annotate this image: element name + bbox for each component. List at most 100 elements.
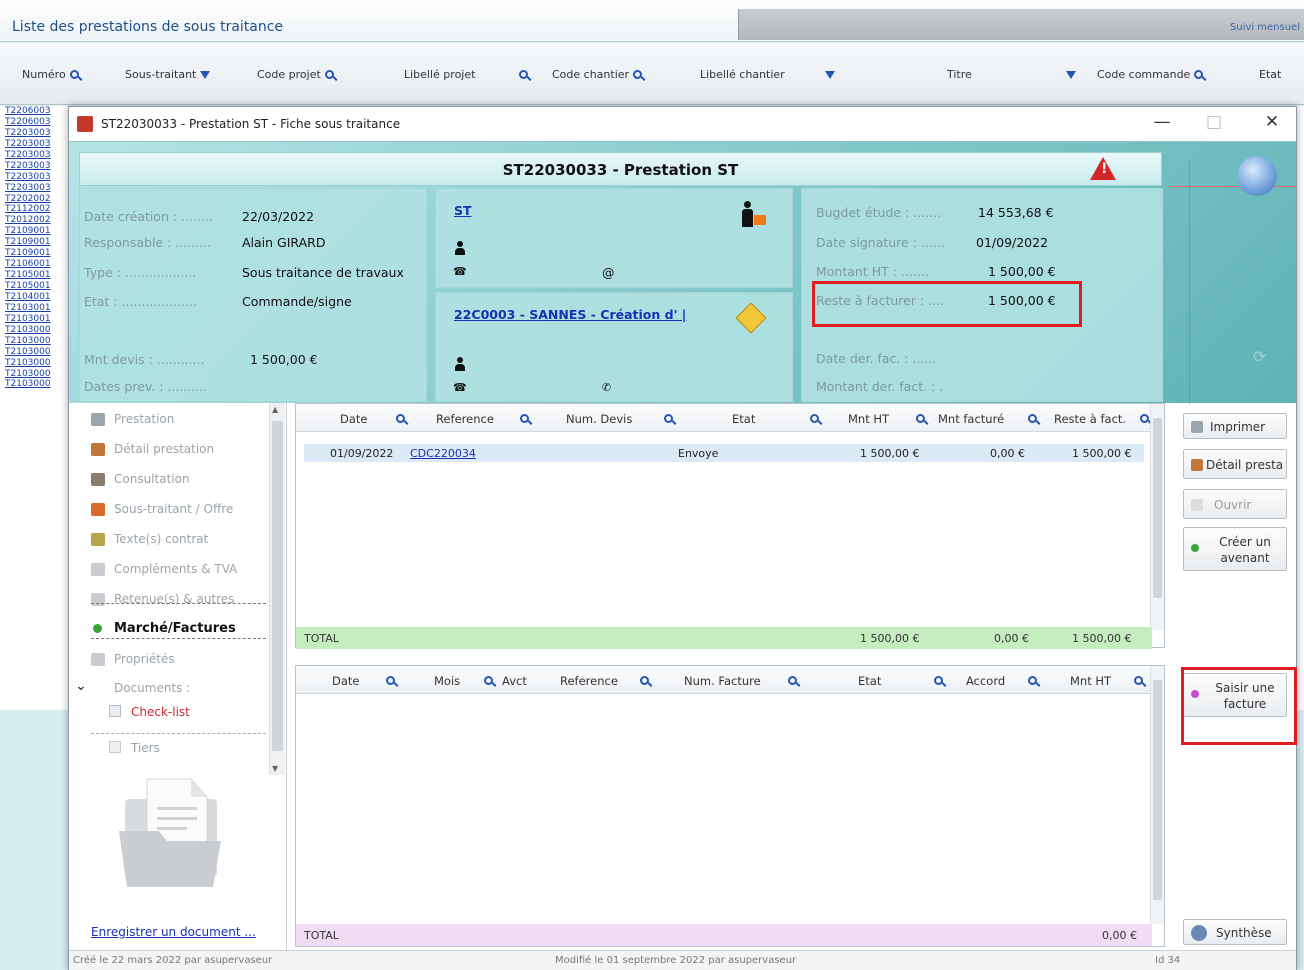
list-item-id[interactable]: T2203003 [0, 128, 68, 139]
search-icon[interactable] [519, 70, 529, 79]
search-icon[interactable] [1194, 70, 1204, 79]
col-code-commande[interactable]: Code commande [1097, 68, 1204, 81]
list-item-id[interactable]: T2103001 [0, 314, 68, 325]
search-icon[interactable] [1140, 414, 1149, 423]
email-at-symbol[interactable]: @ [602, 265, 615, 280]
sub-item-checklist[interactable]: Check-list [131, 705, 190, 719]
col-etat[interactable]: Etat [1259, 68, 1281, 81]
list-item-id[interactable]: T2012002 [0, 215, 68, 226]
list-item-id[interactable]: T2103000 [0, 369, 68, 380]
col-code-projet[interactable]: Code projet [257, 68, 334, 81]
nav-item-9[interactable]: ⌄ Documents : [69, 674, 269, 704]
list-item-id[interactable]: T2202002 [0, 194, 68, 205]
col-avct[interactable]: Avct [502, 674, 527, 688]
search-icon[interactable] [1134, 676, 1143, 685]
col-mnt-ht[interactable]: Mnt HT [848, 412, 889, 426]
col-libelle-chantier[interactable]: Libellé chantier [700, 68, 835, 81]
list-item-id[interactable]: T2203003 [0, 139, 68, 150]
col-sous-traitant[interactable]: Sous-traitant [125, 68, 211, 81]
col-mnt-ht[interactable]: Mnt HT [1070, 674, 1111, 688]
list-item-id[interactable]: T2103000 [0, 379, 68, 390]
minimize-button[interactable]: — [1147, 112, 1177, 132]
detail-presta-button[interactable]: Détail presta [1183, 449, 1287, 479]
ouvrir-button[interactable]: Ouvrir [1183, 489, 1287, 519]
suivi-mensuel-link[interactable]: Suivi mensuel [1230, 22, 1300, 33]
nav-item-2[interactable]: Consultation [69, 465, 269, 495]
nav-item-0[interactable]: Prestation [69, 405, 269, 435]
commandes-grid-scrollbar[interactable] [1150, 404, 1164, 630]
creer-avenant-button[interactable]: Créer un avenant [1183, 527, 1287, 571]
list-item-id[interactable]: T2103000 [0, 336, 68, 347]
list-item-id[interactable]: T2109001 [0, 248, 68, 259]
search-icon[interactable] [396, 414, 405, 423]
list-item-id[interactable]: T2105001 [0, 281, 68, 292]
search-icon[interactable] [934, 676, 943, 685]
col-num-devis[interactable]: Num. Devis [566, 412, 632, 426]
list-item-id[interactable]: T2103000 [0, 325, 68, 336]
list-item-id[interactable]: T2203003 [0, 172, 68, 183]
list-item-id[interactable]: T2112002 [0, 204, 68, 215]
maximize-button[interactable]: □ [1199, 112, 1229, 132]
list-item-id[interactable]: T2103000 [0, 347, 68, 358]
filter-icon[interactable] [824, 71, 835, 79]
register-document-link[interactable]: Enregistrer un document ... [91, 925, 256, 939]
sub-item-tiers[interactable]: Tiers [131, 741, 160, 755]
nav-item-3[interactable]: Sous-traitant / Offre [69, 495, 269, 525]
col-reference[interactable]: Reference [560, 674, 618, 688]
filter-icon[interactable] [200, 71, 211, 79]
search-icon[interactable] [69, 70, 79, 79]
list-item-id[interactable]: T2103001 [0, 303, 68, 314]
nav-item-4[interactable]: Texte(s) contrat [69, 525, 269, 555]
col-etat[interactable]: Etat [858, 674, 881, 688]
imprimer-button[interactable]: Imprimer [1183, 413, 1287, 439]
col-mnt-facture[interactable]: Mnt facturé [938, 412, 1004, 426]
list-item-id[interactable]: T2109001 [0, 226, 68, 237]
list-item-id[interactable]: T2106001 [0, 259, 68, 270]
list-item-id[interactable]: T2104001 [0, 292, 68, 303]
col-numero[interactable]: Numéro [22, 68, 79, 81]
col-reste[interactable]: Reste à fact. [1054, 412, 1126, 426]
col-date[interactable]: Date [340, 412, 368, 426]
nav-scroll-thumb[interactable] [272, 421, 283, 751]
list-item-id[interactable]: T2203003 [0, 161, 68, 172]
col-code-chantier[interactable]: Code chantier [552, 68, 643, 81]
col-libelle-projet[interactable]: Libellé projet [404, 68, 529, 81]
col-num-facture[interactable]: Num. Facture [684, 674, 761, 688]
list-item-id[interactable]: T2203003 [0, 183, 68, 194]
search-icon[interactable] [810, 414, 819, 423]
synthese-button[interactable]: Synthèse [1183, 919, 1287, 945]
list-item-id[interactable]: T2105001 [0, 270, 68, 281]
row-reference-link[interactable]: CDC220034 [410, 447, 476, 460]
list-item-id[interactable]: T2206003 [0, 106, 68, 117]
list-item-id[interactable]: T2206003 [0, 117, 68, 128]
col-date[interactable]: Date [332, 674, 360, 688]
globe-icon[interactable] [1237, 156, 1277, 196]
refresh-icon[interactable]: ⟳ [1253, 347, 1266, 366]
filter-icon[interactable] [1065, 71, 1076, 79]
nav-item-8[interactable]: Propriétés [69, 645, 269, 675]
nav-scrollbar[interactable]: ▲ ▼ [269, 403, 285, 775]
col-etat[interactable]: Etat [732, 412, 755, 426]
col-accord[interactable]: Accord [966, 674, 1005, 688]
search-icon[interactable] [916, 414, 925, 423]
list-item-id[interactable]: T2103000 [0, 358, 68, 369]
col-reference[interactable]: Reference [436, 412, 494, 426]
search-icon[interactable] [386, 676, 395, 685]
list-item-id[interactable]: T2109001 [0, 237, 68, 248]
search-icon[interactable] [1028, 676, 1037, 685]
search-icon[interactable] [324, 70, 334, 79]
chantier-link[interactable]: 22C0003 - SANNES - Création d' | [454, 307, 686, 322]
nav-item-1[interactable]: Détail prestation [69, 435, 269, 465]
st-link[interactable]: ST [454, 203, 472, 218]
search-icon[interactable] [1028, 414, 1037, 423]
search-icon[interactable] [520, 414, 529, 423]
close-button[interactable]: ✕ [1257, 112, 1287, 132]
list-item-id[interactable]: T2203003 [0, 150, 68, 161]
search-icon[interactable] [484, 676, 493, 685]
search-icon[interactable] [788, 676, 797, 685]
table-row[interactable]: 01/09/2022 CDC220034 Envoye 1 500,00 € 0… [304, 444, 1144, 462]
search-icon[interactable] [664, 414, 673, 423]
nav-item-5[interactable]: Compléments & TVA [69, 555, 269, 585]
search-icon[interactable] [633, 70, 643, 79]
col-titre[interactable]: Titre [947, 68, 1076, 81]
